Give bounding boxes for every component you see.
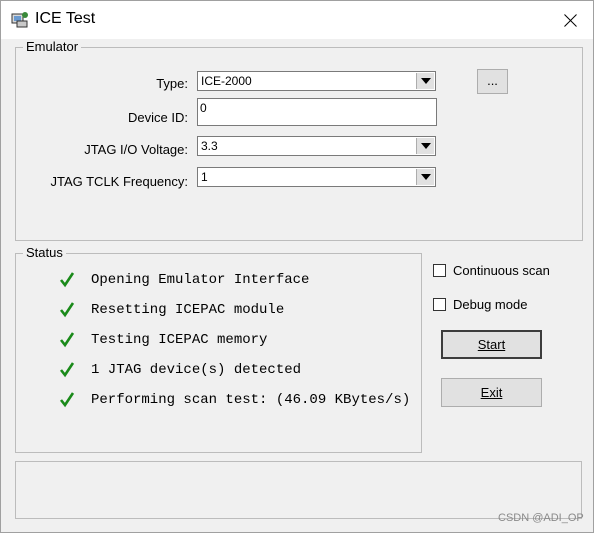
start-button-label: Start	[477, 337, 506, 352]
status-item-text: Opening Emulator Interface	[91, 272, 310, 288]
checkmark-icon	[59, 272, 75, 288]
status-item-text: 1 JTAG device(s) detected	[91, 362, 302, 378]
type-value: ICE-2000	[201, 74, 252, 88]
watermark: CSDN @ADI_OP	[498, 512, 584, 524]
tclk-frequency-select[interactable]: 1	[197, 167, 436, 187]
jtag-voltage-select[interactable]: 3.3	[197, 136, 436, 156]
status-item-text: Resetting ICEPAC module	[91, 302, 285, 318]
checkmark-icon	[59, 392, 75, 408]
continuous-scan-label[interactable]: Continuous scan	[453, 263, 550, 279]
chevron-down-icon[interactable]	[416, 138, 434, 154]
tclk-frequency-value: 1	[201, 170, 208, 184]
checkmark-icon	[59, 302, 75, 318]
app-icon	[11, 12, 28, 28]
checkmark-icon	[59, 332, 75, 348]
continuous-scan-checkbox[interactable]	[433, 264, 446, 277]
window-title: ICE Test	[35, 10, 96, 27]
exit-button[interactable]: Exit	[441, 378, 542, 407]
debug-mode-label[interactable]: Debug mode	[453, 297, 527, 313]
start-button[interactable]: Start	[441, 330, 542, 359]
status-group-label: Status	[23, 245, 66, 261]
exit-button-label: Exit	[480, 385, 503, 400]
debug-mode-checkbox[interactable]	[433, 298, 446, 311]
status-item-text: Performing scan test: (46.09 KBytes/s)	[91, 392, 411, 408]
device-id-field[interactable]: 0	[197, 98, 437, 126]
type-select[interactable]: ICE-2000	[197, 71, 436, 91]
browse-button[interactable]: ...	[477, 69, 508, 94]
device-id-value: 0	[200, 101, 207, 115]
device-id-label: Device ID:	[128, 110, 188, 125]
checkmark-icon	[59, 362, 75, 378]
message-bar	[15, 461, 582, 519]
jtag-voltage-label: JTAG I/O Voltage:	[84, 142, 188, 157]
close-icon[interactable]	[549, 4, 593, 36]
tclk-frequency-label: JTAG TCLK Frequency:	[50, 174, 188, 189]
chevron-down-icon[interactable]	[416, 73, 434, 89]
status-item-text: Testing ICEPAC memory	[91, 332, 268, 348]
ice-test-window: ICE Test Emulator Type: ICE-2000 ... Dev…	[0, 0, 594, 533]
chevron-down-icon[interactable]	[416, 169, 434, 185]
title-bar: ICE Test	[1, 1, 593, 39]
type-label: Type:	[156, 76, 188, 91]
emulator-group-label: Emulator	[23, 39, 82, 55]
jtag-voltage-value: 3.3	[201, 139, 218, 153]
browse-button-label: ...	[487, 73, 498, 88]
